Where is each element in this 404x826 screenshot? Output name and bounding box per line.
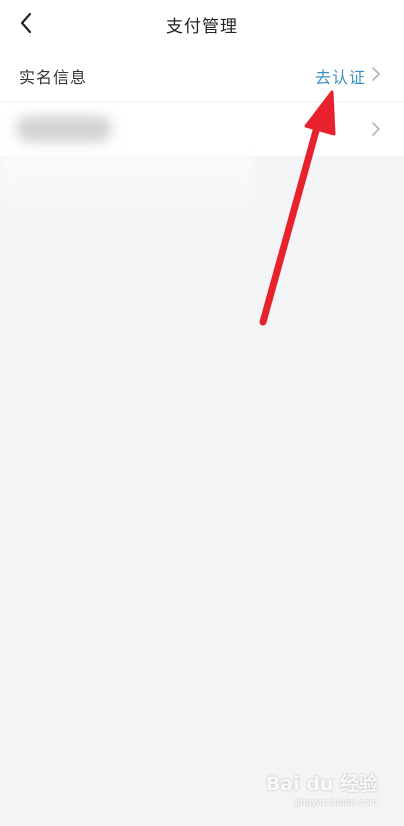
page-title: 支付管理 [166,17,238,37]
top-nav-bar: 支付管理 [0,0,404,46]
watermark-url: jingyan.baidu.com [294,798,378,808]
chevron-right-icon [372,122,380,136]
realname-info-row[interactable]: 实名信息 去认证 [0,46,404,102]
realname-info-label: 实名信息 [19,68,88,87]
blurred-info-row[interactable] [0,102,404,156]
blurred-region [0,156,256,236]
chevron-right-icon [372,67,380,81]
blurred-content [16,116,112,142]
baidu-jingyan-watermark: Bai du 经验 jingyan.baidu.com [266,769,378,808]
verify-link[interactable]: 去认证 [315,64,366,88]
watermark-brand: Bai du 经验 [265,773,378,795]
